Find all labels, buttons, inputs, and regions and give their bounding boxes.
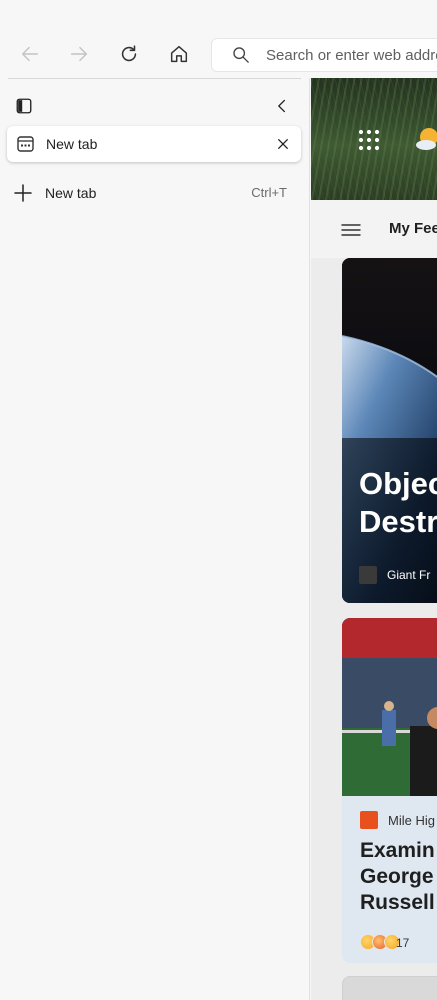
browser-toolbar [0, 0, 437, 80]
new-tab-label: New tab [45, 185, 97, 201]
card-source: Mile Hig [388, 813, 435, 828]
browser-window: New tab New tab Ctrl+T [0, 0, 437, 1000]
collapse-pane-button[interactable] [268, 92, 296, 120]
plus-icon [14, 184, 32, 202]
card-headline-line: Objec [359, 466, 437, 501]
close-tab-button[interactable] [273, 134, 293, 154]
search-icon [233, 47, 249, 63]
tab-item-active[interactable]: New tab [7, 126, 301, 162]
hamburger-icon[interactable] [340, 220, 362, 240]
source-logo-icon [359, 566, 377, 584]
newtab-favicon-icon [17, 136, 34, 152]
news-card[interactable]: Objec Destr Giant Fr [342, 258, 437, 603]
vertical-tabs-pane: New tab New tab Ctrl+T [0, 78, 310, 1000]
new-tab-shortcut: Ctrl+T [251, 185, 287, 200]
card-source: Giant Fr [387, 568, 431, 582]
chevron-left-icon [278, 99, 286, 113]
refresh-button[interactable] [113, 38, 145, 70]
home-button[interactable] [163, 38, 195, 70]
reaction-count: 17 [396, 936, 410, 950]
arrow-left-icon [21, 46, 39, 62]
refresh-icon [121, 45, 137, 62]
tab-title: New tab [46, 136, 98, 152]
news-card[interactable]: Mile Hig Examin George Russell 17 [342, 618, 437, 963]
weather-icon[interactable] [415, 126, 437, 152]
divider [8, 78, 301, 79]
card-image-stadium [342, 618, 437, 796]
tab-actions-button[interactable] [10, 92, 38, 120]
reactions[interactable] [360, 933, 400, 951]
arrow-right-icon [70, 46, 88, 62]
close-icon [278, 139, 288, 149]
address-input[interactable] [266, 46, 437, 64]
feed-tab-my-feed[interactable]: My Feed [389, 220, 437, 237]
news-card[interactable] [342, 976, 437, 1000]
card-headline-line: Russell [360, 891, 435, 914]
background-image [311, 78, 437, 200]
back-button[interactable] [14, 38, 46, 70]
forward-button[interactable] [63, 38, 95, 70]
new-tab-page: My Feed [311, 78, 437, 1000]
source-logo-icon [360, 811, 378, 829]
tab-actions-icon [16, 98, 32, 114]
address-bar[interactable] [211, 38, 437, 72]
card-image-earth [342, 258, 437, 603]
app-launcher-icon[interactable] [357, 128, 381, 152]
card-headline-line: George [360, 865, 434, 888]
card-headline-line: Destr [359, 504, 437, 539]
home-icon [170, 45, 188, 63]
new-tab-button[interactable]: New tab Ctrl+T [7, 176, 301, 210]
card-headline-line: Examin [360, 839, 435, 862]
card-headline: Objec Destr [359, 465, 437, 541]
